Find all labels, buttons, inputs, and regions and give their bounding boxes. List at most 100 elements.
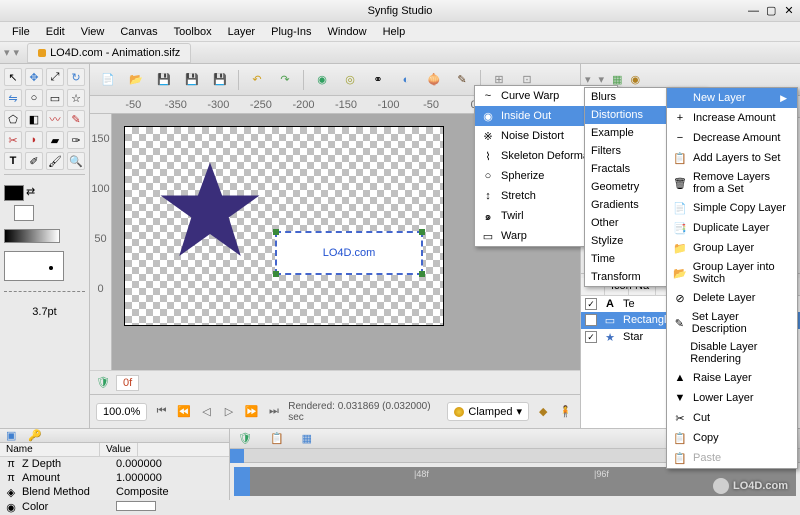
menu-item[interactable]: +Increase Amount bbox=[667, 108, 797, 128]
tool-width[interactable]: ◗ bbox=[25, 131, 43, 149]
star-shape[interactable] bbox=[155, 157, 265, 267]
tool-text[interactable]: T bbox=[4, 152, 22, 170]
menu-layer[interactable]: Layer bbox=[222, 24, 262, 40]
close-button[interactable]: ✕ bbox=[784, 6, 794, 16]
menu-item[interactable]: ▼Lower Layer bbox=[667, 388, 797, 408]
timeline-icon-2[interactable]: 📋 bbox=[270, 432, 284, 445]
menu-window[interactable]: Window bbox=[321, 24, 372, 40]
fill-color-swatch[interactable] bbox=[14, 205, 34, 221]
shield-icon[interactable]: 🛡 bbox=[96, 376, 110, 389]
tool-gradient[interactable]: ◧ bbox=[25, 110, 43, 128]
params-col-value[interactable]: Value bbox=[100, 443, 138, 456]
menu-item[interactable]: −Decrease Amount bbox=[667, 128, 797, 148]
menu-edit[interactable]: Edit bbox=[40, 24, 71, 40]
tool-sketch[interactable]: ✐ bbox=[25, 152, 43, 170]
menu-item[interactable]: 📄Simple Copy Layer bbox=[667, 198, 797, 218]
history-icon[interactable]: ◉ bbox=[630, 73, 640, 86]
tool-eyedrop[interactable]: ✑ bbox=[67, 131, 85, 149]
params-key-icon[interactable]: 🔑 bbox=[28, 429, 42, 442]
menu-item[interactable]: ✎Set Layer Description bbox=[667, 308, 797, 338]
play-button[interactable]: ▷ bbox=[221, 403, 237, 421]
layer-visible-checkbox[interactable]: ✓ bbox=[585, 331, 597, 343]
new-file-button[interactable]: 📄 bbox=[96, 68, 120, 92]
seek-next-button[interactable]: ⏩ bbox=[243, 403, 259, 421]
menu-view[interactable]: View bbox=[75, 24, 111, 40]
menu-item[interactable]: ⊘Delete Layer bbox=[667, 288, 797, 308]
menu-item[interactable]: ▲Raise Layer bbox=[667, 368, 797, 388]
preview-button[interactable]: ◎ bbox=[338, 68, 362, 92]
outline-color-swatch[interactable] bbox=[4, 185, 24, 201]
options-button[interactable]: ⚭ bbox=[366, 68, 390, 92]
timeline-cursor[interactable] bbox=[234, 467, 250, 496]
keyframe-button[interactable]: ◆ bbox=[535, 403, 551, 421]
tool-zoom[interactable]: 🔍 bbox=[67, 152, 85, 170]
tool-polygon[interactable]: ⬠ bbox=[4, 110, 22, 128]
tool-rectangle[interactable]: ▭ bbox=[46, 89, 64, 107]
toggle-button[interactable]: ◐ bbox=[394, 68, 418, 92]
tool-star[interactable]: ☆ bbox=[67, 89, 85, 107]
tool-rotate[interactable]: ↻ bbox=[67, 68, 85, 86]
menu-canvas[interactable]: Canvas bbox=[114, 24, 163, 40]
layer-visible-checkbox[interactable]: ✓ bbox=[585, 298, 597, 310]
menu-plugins[interactable]: Plug-Ins bbox=[265, 24, 317, 40]
menu-item[interactable]: 🗑Remove Layers from a Set bbox=[667, 168, 797, 198]
menu-help[interactable]: Help bbox=[377, 24, 412, 40]
zoom-level[interactable]: 100.0% bbox=[96, 403, 147, 421]
menu-item[interactable]: 📂Group Layer into Switch bbox=[667, 258, 797, 288]
tool-scale[interactable]: ⤢ bbox=[46, 68, 64, 86]
tool-draw[interactable]: ✎ bbox=[67, 110, 85, 128]
timeline-icon-1[interactable]: 🛡 bbox=[238, 432, 252, 445]
tool-mirror[interactable]: ⇋ bbox=[4, 89, 22, 107]
tool-smooth-move[interactable]: ✥ bbox=[25, 68, 43, 86]
params-tab-icon[interactable]: ▣ bbox=[6, 429, 16, 442]
maximize-button[interactable]: ▢ bbox=[766, 6, 776, 16]
tool-transform[interactable]: ↖ bbox=[4, 68, 22, 86]
brush-preview[interactable] bbox=[4, 251, 64, 281]
handle-br[interactable] bbox=[419, 271, 425, 277]
tool-spline[interactable]: 〰 bbox=[46, 110, 64, 128]
frame-display[interactable]: 0f bbox=[116, 375, 139, 391]
param-row[interactable]: πAmount1.000000 bbox=[0, 471, 229, 485]
seek-prev-button[interactable]: ⏪ bbox=[176, 403, 192, 421]
render-button[interactable]: ◉ bbox=[310, 68, 334, 92]
save-button[interactable]: 💾 bbox=[152, 68, 176, 92]
save-all-button[interactable]: 💾 bbox=[208, 68, 232, 92]
redo-button[interactable]: ↷ bbox=[273, 68, 297, 92]
tool-circle[interactable]: ○ bbox=[25, 89, 43, 107]
params-col-name[interactable]: Name bbox=[0, 443, 100, 456]
tool-fill[interactable]: ▰ bbox=[46, 131, 64, 149]
menu-toolbox[interactable]: Toolbox bbox=[168, 24, 218, 40]
minimize-button[interactable]: — bbox=[748, 6, 758, 16]
save-as-button[interactable]: 💾 bbox=[180, 68, 204, 92]
onion-button[interactable]: 🧅 bbox=[422, 68, 446, 92]
tool-brush[interactable]: 🖌 bbox=[46, 152, 64, 170]
document-tab[interactable]: LO4D.com - Animation.sifz bbox=[27, 43, 191, 63]
brush-button[interactable]: ✎ bbox=[450, 68, 474, 92]
timeline-track[interactable]: |48f |96f bbox=[234, 467, 796, 496]
layer-visible-checkbox[interactable]: ✓ bbox=[585, 314, 597, 326]
undo-button[interactable]: ↶ bbox=[245, 68, 269, 92]
param-row[interactable]: ◈Blend MethodComposite bbox=[0, 485, 229, 500]
menu-item[interactable]: 📁Group Layer bbox=[667, 238, 797, 258]
animate-button[interactable]: 🧍 bbox=[557, 403, 573, 421]
menu-item[interactable]: Disable Layer Rendering bbox=[667, 338, 797, 368]
open-file-button[interactable]: 📂 bbox=[124, 68, 148, 92]
play-back-button[interactable]: ◁ bbox=[198, 403, 214, 421]
menu-item[interactable]: 📑Duplicate Layer bbox=[667, 218, 797, 238]
menu-item[interactable]: 📋Copy bbox=[667, 428, 797, 448]
menu-file[interactable]: File bbox=[6, 24, 36, 40]
rectangle-text-layer[interactable]: LO4D.com bbox=[275, 231, 423, 275]
timeline-icon-3[interactable]: ▦ bbox=[302, 432, 312, 445]
gradient-swatch[interactable] bbox=[4, 229, 60, 243]
seek-end-button[interactable]: ⏭ bbox=[266, 403, 282, 421]
swap-colors-icon[interactable]: ⇄ bbox=[26, 185, 35, 201]
handle-bl[interactable] bbox=[273, 271, 279, 277]
seek-start-button[interactable]: ⏮ bbox=[153, 403, 169, 421]
clamped-dropdown[interactable]: Clamped ▾ bbox=[447, 402, 529, 421]
handle-tr[interactable] bbox=[419, 229, 425, 235]
tab-caret-left[interactable]: ▾ bbox=[4, 46, 10, 59]
menu-item[interactable]: New Layer▶ bbox=[667, 88, 797, 108]
tab-caret-right[interactable]: ▾ bbox=[14, 46, 20, 59]
menu-item[interactable]: ✂Cut bbox=[667, 408, 797, 428]
handle-tl[interactable] bbox=[273, 229, 279, 235]
